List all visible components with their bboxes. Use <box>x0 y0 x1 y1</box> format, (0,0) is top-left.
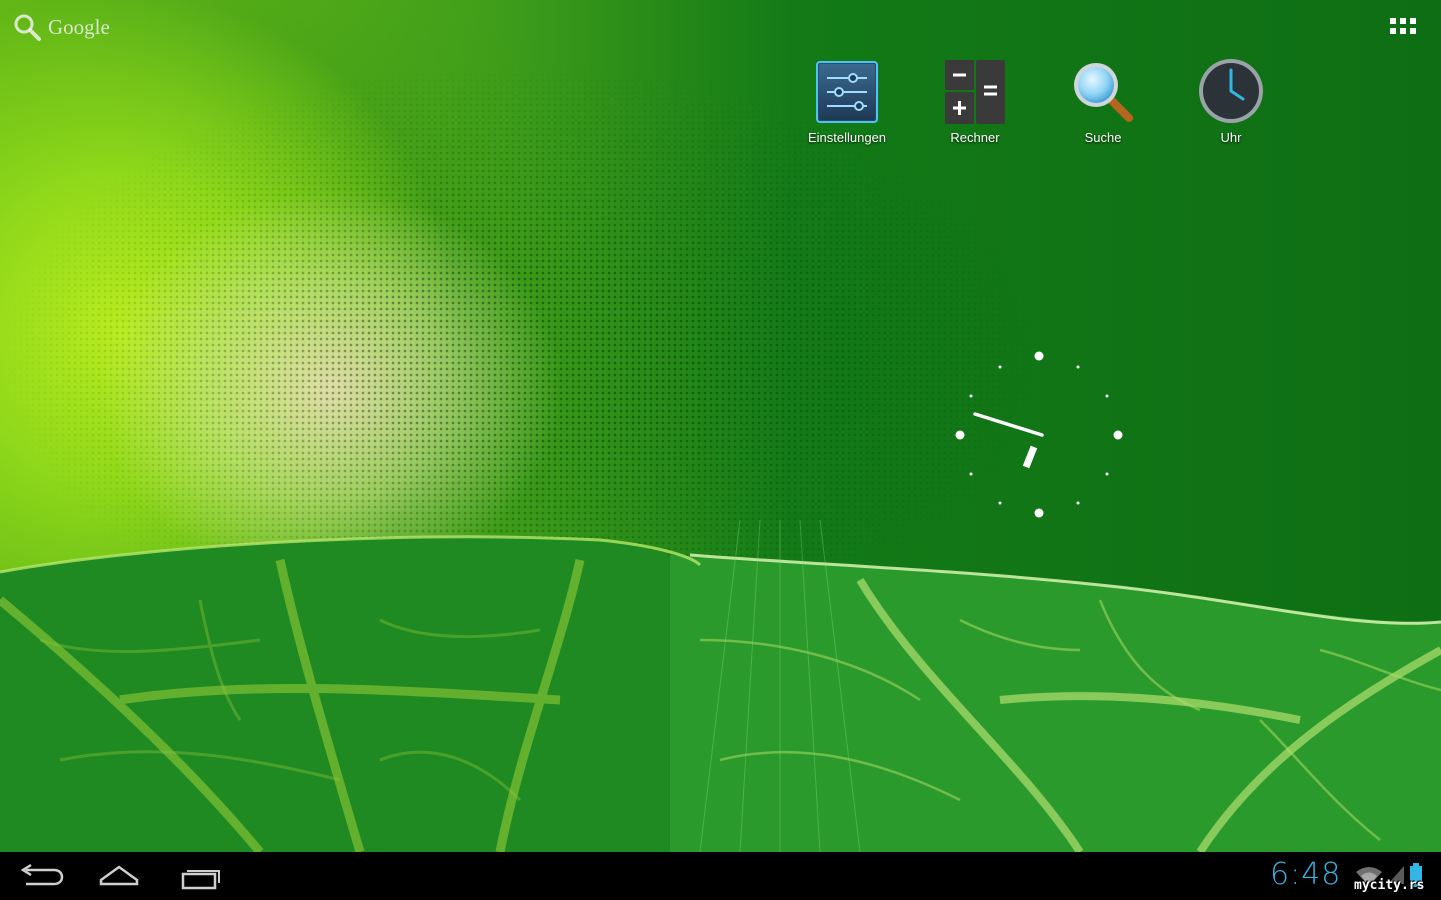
all-apps-icon[interactable] <box>1390 18 1418 36</box>
clock-minute-hand <box>973 412 1044 437</box>
status-clock: 6:48 <box>1270 857 1342 892</box>
home-icon[interactable] <box>94 862 146 892</box>
back-icon[interactable] <box>14 862 66 892</box>
calculator-icon <box>941 58 1009 126</box>
analog-clock-widget[interactable] <box>950 346 1130 526</box>
google-search-bar[interactable]: Google <box>12 12 110 42</box>
shortcut-label: Uhr <box>1220 130 1242 145</box>
recent-apps-icon[interactable] <box>174 862 226 892</box>
clock-hour-hand <box>1022 445 1038 469</box>
search-icon <box>14 14 41 41</box>
shortcut-settings[interactable]: Einstellungen <box>792 58 902 145</box>
system-navigation-bar <box>0 852 1441 900</box>
shortcut-label: Einstellungen <box>807 130 887 145</box>
shortcut-calculator[interactable]: Rechner <box>920 58 1030 145</box>
watermark: mycity.rs <box>1354 878 1425 893</box>
shortcut-label: Rechner <box>950 130 1000 145</box>
clock-icon <box>1197 58 1265 126</box>
google-label: Google <box>48 14 110 39</box>
search-magnifier-icon <box>1069 58 1137 126</box>
settings-icon <box>813 58 881 126</box>
shortcut-label: Suche <box>1084 130 1122 145</box>
shortcut-clock[interactable]: Uhr <box>1176 58 1286 145</box>
shortcut-search[interactable]: Suche <box>1048 58 1158 145</box>
